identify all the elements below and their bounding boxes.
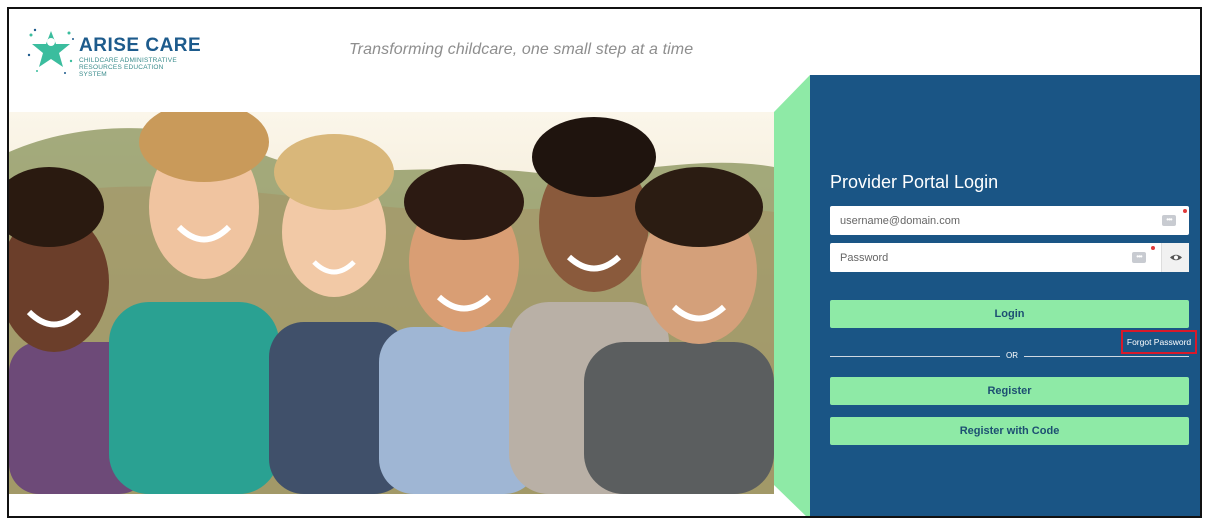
login-button[interactable]: Login [830,300,1189,328]
register-button[interactable]: Register [830,377,1189,405]
register-with-code-button[interactable]: Register with Code [830,417,1189,445]
login-title: Provider Portal Login [830,172,999,192]
username-field[interactable]: ••• [830,206,1189,235]
brand-name: ARISE CARE [79,35,202,56]
username-input[interactable] [840,206,1120,235]
decorative-wedge [774,75,810,516]
login-panel: Provider Portal Login ••• ••• Login Forg… [810,75,1200,516]
required-indicator [1151,246,1155,250]
eye-icon [1170,254,1182,261]
page-frame: ARISE CARE CHILDCARE ADMINISTRATIVE RESO… [7,7,1202,518]
password-manager-icon[interactable]: ••• [1162,215,1176,226]
divider-left [830,356,1000,357]
or-separator: OR [1006,351,1018,360]
tagline: Transforming childcare, one small step a… [349,41,694,58]
password-input[interactable] [840,243,1120,272]
divider-right [1024,356,1189,357]
forgot-password-link[interactable]: Forgot Password [1121,330,1197,354]
children-group-image [9,112,774,494]
password-manager-icon[interactable]: ••• [1132,252,1146,263]
brand-subtitle: CHILDCARE ADMINISTRATIVE RESOURCES EDUCA… [79,57,177,78]
show-password-button[interactable] [1161,243,1189,272]
hero-photo [9,112,774,494]
brand-logo[interactable]: ARISE CARE CHILDCARE ADMINISTRATIVE RESO… [25,25,202,78]
star-children-logo-icon [27,28,74,74]
required-indicator [1183,209,1187,213]
password-field[interactable]: ••• [830,243,1189,272]
